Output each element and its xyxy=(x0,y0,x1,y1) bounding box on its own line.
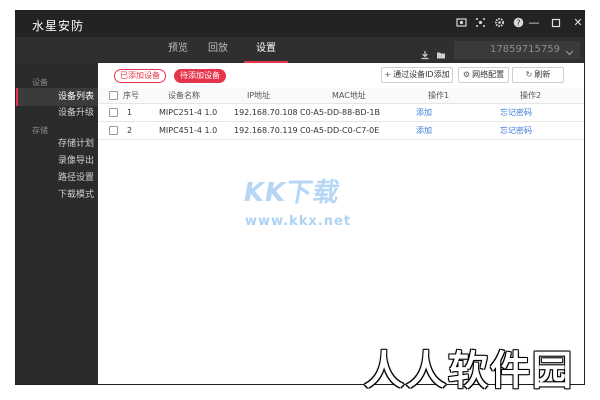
folder-icon[interactable] xyxy=(436,45,446,59)
corner-watermark: 人人软件园 xyxy=(364,348,574,394)
sidebar-group-device: 设备 xyxy=(32,78,48,87)
refresh-label: 刷新 xyxy=(534,70,551,79)
title-bar-tools: ? xyxy=(456,17,524,28)
forgot-password-link[interactable]: 忘记密码 xyxy=(500,122,532,140)
forgot-password-link[interactable]: 忘记密码 xyxy=(500,104,532,122)
column-header-ip: IP地址 xyxy=(247,91,271,100)
table-row: 1 MIPC251-4 1.0 192.168.70.108 C0-A5-DD-… xyxy=(98,104,584,122)
select-all-checkbox[interactable] xyxy=(109,91,118,100)
cell-device-name: MIPC251-4 1.0 xyxy=(159,108,218,117)
sidebar-item-video-export[interactable]: 录像导出 xyxy=(16,152,98,170)
help-icon[interactable]: ? xyxy=(513,17,524,28)
chevron-down-icon xyxy=(565,46,574,64)
maximize-icon[interactable] xyxy=(550,15,562,31)
table-row: 2 MIPC451-4 1.0 192.168.70.119 C0-A5-DD-… xyxy=(98,122,584,140)
column-header-op1: 操作1 xyxy=(428,91,450,100)
add-by-id-label: 通过设备ID添加 xyxy=(393,70,450,79)
tab-playback[interactable]: 回放 xyxy=(196,37,240,63)
tab-preview[interactable]: 预览 xyxy=(156,37,200,63)
screenshot-icon[interactable] xyxy=(456,17,467,28)
sidebar-item-device-upgrade[interactable]: 设备升级 xyxy=(16,104,98,122)
app-title: 水星安防 xyxy=(32,19,85,33)
add-by-id-button[interactable]: + 通过设备ID添加 xyxy=(381,67,453,83)
add-device-link[interactable]: 添加 xyxy=(416,122,432,140)
network-config-label: 网络配置 xyxy=(472,70,505,79)
gear-icon: ⚙ xyxy=(462,70,471,79)
tab-settings[interactable]: 设置 xyxy=(244,37,288,63)
cell-index: 1 xyxy=(127,108,133,117)
cell-mac: C0-A5-DD-C0-C7-0E xyxy=(300,126,380,135)
gear-icon[interactable] xyxy=(494,17,505,28)
close-icon[interactable]: ✕ xyxy=(572,15,584,31)
main-nav: 预览 回放 设置 17859715759 xyxy=(16,37,584,63)
add-device-link[interactable]: 添加 xyxy=(416,104,432,122)
column-header-op2: 操作2 xyxy=(520,91,542,100)
plus-icon: + xyxy=(384,70,392,79)
sidebar: 设备 设备列表 设备升级 存储 存储计划 录像导出 路径设置 下载模式 xyxy=(16,63,98,384)
network-config-button[interactable]: ⚙ 网络配置 xyxy=(458,67,509,83)
column-header-index: 序号 xyxy=(123,91,139,100)
minimize-icon[interactable]: — xyxy=(528,15,540,31)
refresh-icon: ↻ xyxy=(525,70,533,79)
svg-text:?: ? xyxy=(517,18,521,27)
kk-watermark: KK下载 xyxy=(240,178,343,208)
table-header-row: 序号 设备名称 IP地址 MAC地址 操作1 操作2 xyxy=(98,88,584,104)
column-header-device-name: 设备名称 xyxy=(168,91,200,100)
cell-ip: 192.168.70.108 xyxy=(234,108,298,117)
pending-devices-button[interactable]: 待添加设备 xyxy=(174,69,226,83)
cell-device-name: MIPC451-4 1.0 xyxy=(159,126,218,135)
sidebar-item-path-settings[interactable]: 路径设置 xyxy=(16,169,98,187)
account-select[interactable]: 17859715759 xyxy=(454,41,580,59)
sidebar-item-storage-plan[interactable]: 存储计划 xyxy=(16,135,98,153)
account-number: 17859715759 xyxy=(490,44,560,55)
cell-index: 2 xyxy=(127,126,133,135)
layout-icon[interactable] xyxy=(475,17,486,28)
added-devices-button[interactable]: 已添加设备 xyxy=(114,69,166,83)
sidebar-item-download-mode[interactable]: 下载模式 xyxy=(16,186,98,204)
title-bar: 水星安防 ? — ✕ xyxy=(16,11,584,37)
download-icon[interactable] xyxy=(420,45,430,60)
kk-watermark-url: www.kkx.net xyxy=(245,214,352,229)
row-checkbox[interactable] xyxy=(109,126,118,135)
row-checkbox[interactable] xyxy=(109,108,118,117)
refresh-button[interactable]: ↻ 刷新 xyxy=(512,67,564,83)
column-header-mac: MAC地址 xyxy=(332,91,366,100)
window-controls: — ✕ xyxy=(528,15,584,31)
cell-ip: 192.168.70.119 xyxy=(234,126,298,135)
cell-mac: C0-A5-DD-88-BD-1B xyxy=(300,108,380,117)
